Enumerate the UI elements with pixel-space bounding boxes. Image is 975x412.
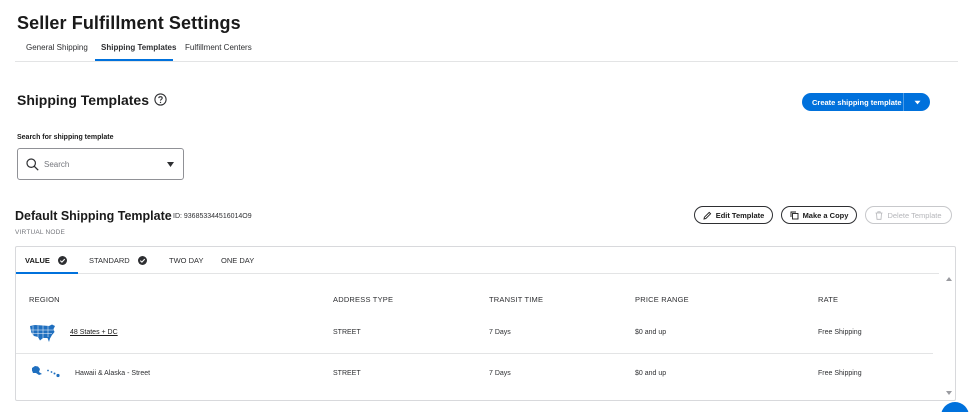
tab-standard[interactable]: STANDARD [89, 256, 147, 265]
vertical-scrollbar[interactable] [943, 274, 955, 399]
delete-template-button[interactable]: Delete Template [865, 206, 952, 224]
column-header-rate: RATE [818, 295, 839, 304]
column-header-address-type: ADDRESS TYPE [333, 295, 394, 304]
create-template-label: Create shipping template [812, 97, 902, 107]
edit-template-button[interactable]: Edit Template [694, 206, 773, 224]
template-id: ID: 936853344516014O9 [173, 213, 252, 220]
tab-shipping-templates[interactable]: Shipping Templates [101, 43, 176, 52]
shipping-speed-panel: VALUE STANDARD TWO DAY ONE DAY REGION AD… [15, 246, 956, 401]
transit-time-cell: 7 Days [489, 329, 511, 336]
copy-icon [790, 211, 799, 219]
search-label: Search for shipping template [17, 134, 114, 141]
scroll-down-icon[interactable] [946, 391, 952, 395]
transit-time-cell: 7 Days [489, 370, 511, 377]
price-range-cell: $0 and up [635, 370, 667, 377]
section-title: Shipping Templates [17, 92, 149, 108]
tab-general-shipping[interactable]: General Shipping [26, 43, 88, 52]
pencil-icon [703, 211, 711, 220]
tab-standard-label: STANDARD [89, 256, 130, 265]
check-circle-icon [137, 256, 147, 265]
table-row: 48 States + DC STREET 7 Days $0 and up F… [16, 314, 933, 354]
table-row: Hawaii & Alaska - Street STREET 7 Days $… [16, 355, 933, 395]
caret-down-icon[interactable] [167, 162, 174, 167]
rate-cell: Free Shipping [818, 370, 862, 377]
search-icon [26, 158, 39, 171]
help-icon[interactable] [154, 93, 167, 106]
page-title: Seller Fulfillment Settings [17, 13, 241, 33]
template-title: Default Shipping Template [15, 209, 172, 223]
hawaii-alaska-map-icon [32, 366, 60, 378]
template-node-type: VIRTUAL NODE [15, 229, 66, 236]
tab-one-day-label: ONE DAY [221, 256, 255, 265]
settings-tabs: General Shipping Shipping Templates Fulf… [15, 40, 958, 62]
tab-value[interactable]: VALUE [25, 256, 67, 265]
edit-template-label: Edit Template [715, 210, 765, 220]
price-range-cell: $0 and up [635, 329, 667, 336]
address-type-cell: STREET [333, 370, 361, 377]
rate-cell: Free Shipping [818, 329, 862, 336]
search-input[interactable] [44, 157, 154, 171]
check-circle-icon [57, 256, 67, 265]
column-header-region: REGION [29, 295, 60, 304]
column-header-price-range: PRICE RANGE [635, 295, 689, 304]
make-copy-button[interactable]: Make a Copy [781, 206, 857, 224]
template-search-dropdown[interactable] [17, 148, 184, 180]
trash-icon [875, 210, 883, 220]
region-name: Hawaii & Alaska - Street [75, 370, 151, 377]
region-link[interactable]: 48 States + DC [70, 329, 118, 336]
scroll-up-icon[interactable] [946, 277, 952, 281]
create-template-button[interactable]: Create shipping template [802, 93, 930, 111]
spark-icon[interactable] [941, 402, 969, 412]
active-speed-tab-indicator [16, 272, 78, 274]
make-copy-label: Make a Copy [802, 210, 849, 220]
delete-template-label: Delete Template [887, 210, 942, 220]
speed-tabs: VALUE STANDARD TWO DAY ONE DAY [16, 247, 939, 274]
tab-fulfillment-centers[interactable]: Fulfillment Centers [185, 43, 252, 52]
usa-map-icon [30, 324, 55, 342]
tab-value-label: VALUE [25, 256, 50, 265]
active-tab-indicator [95, 59, 173, 61]
tab-two-day[interactable]: TWO DAY [169, 256, 203, 265]
column-header-transit-time: TRANSIT TIME [489, 295, 544, 304]
tab-two-day-label: TWO DAY [169, 256, 204, 265]
tab-one-day[interactable]: ONE DAY [221, 256, 254, 265]
address-type-cell: STREET [333, 329, 361, 336]
chevron-down-icon[interactable] [904, 100, 930, 105]
